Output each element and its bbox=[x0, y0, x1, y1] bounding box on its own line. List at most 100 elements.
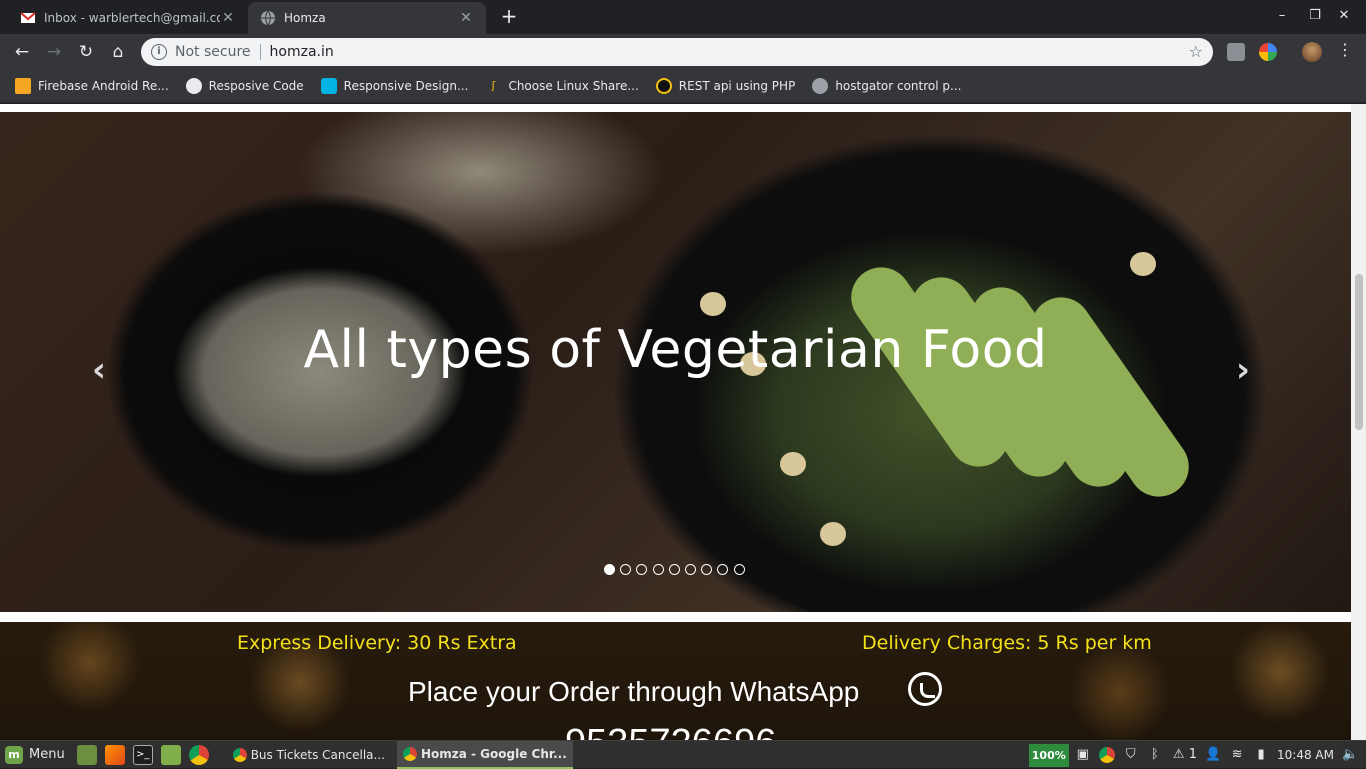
chrome-icon bbox=[232, 747, 247, 762]
food-photo bbox=[700, 292, 726, 316]
bookmark-item[interactable]: Responsive Design... bbox=[320, 78, 469, 94]
tab-homza[interactable]: Homza ✕ bbox=[248, 2, 486, 34]
address-bar[interactable]: i Not secure homza.in ☆ bbox=[141, 38, 1213, 66]
github-icon bbox=[185, 78, 202, 94]
chrome-icon[interactable] bbox=[188, 744, 209, 765]
chrome-icon[interactable] bbox=[1098, 747, 1115, 763]
notification-count: 1 bbox=[1188, 747, 1198, 762]
carousel-next-icon[interactable]: › bbox=[1236, 350, 1250, 390]
avatar[interactable] bbox=[1302, 42, 1322, 62]
power-icon[interactable]: ▮ bbox=[1253, 747, 1269, 763]
wifi-icon[interactable]: ≋ bbox=[1229, 747, 1245, 763]
bookmark-item[interactable]: ʃ Choose Linux Share... bbox=[485, 78, 639, 94]
carousel-indicator-dot[interactable] bbox=[733, 564, 745, 575]
taskbar-window[interactable]: Bus Tickets Cancella... bbox=[227, 741, 391, 769]
extension-icon[interactable] bbox=[1227, 43, 1245, 61]
close-icon[interactable]: ✕ bbox=[458, 10, 474, 26]
page-viewport: ‹ All types of Vegetarian Food › Express… bbox=[0, 104, 1351, 740]
carousel-indicators bbox=[604, 564, 750, 575]
gmail-icon bbox=[20, 12, 36, 23]
food-photo bbox=[780, 452, 806, 476]
home-icon[interactable]: ⌂ bbox=[106, 40, 130, 64]
udacity-icon bbox=[320, 78, 337, 94]
bookmark-label: Firebase Android Re... bbox=[38, 79, 169, 93]
carousel-indicator-dot[interactable] bbox=[717, 564, 729, 575]
chrome-icon bbox=[402, 746, 417, 761]
shield-icon[interactable]: ⛉ bbox=[1123, 747, 1139, 763]
start-menu-button[interactable]: m Menu bbox=[5, 745, 65, 764]
firefox-icon[interactable] bbox=[104, 744, 125, 765]
maximize-button[interactable]: ❐ bbox=[1305, 8, 1325, 23]
back-icon[interactable]: ← bbox=[10, 40, 34, 64]
volume-icon[interactable]: 🔈 bbox=[1342, 747, 1358, 763]
carousel-indicator-dot[interactable] bbox=[684, 564, 696, 575]
bookmark-label: REST api using PHP bbox=[678, 79, 796, 93]
bookmark-item[interactable]: Firebase Android Re... bbox=[15, 78, 169, 94]
scrollbar-thumb[interactable] bbox=[1355, 274, 1363, 430]
bookmarks-bar: Firebase Android Re... Resposive Code Re… bbox=[0, 70, 1366, 103]
folder-icon[interactable] bbox=[160, 744, 181, 765]
tab-strip: Inbox - warblertech@gmail.com - Gmail ✕ … bbox=[0, 0, 1366, 34]
page-scrollbar[interactable] bbox=[1351, 104, 1366, 740]
carousel-indicator-dot[interactable] bbox=[604, 564, 615, 575]
user-icon[interactable]: 👤 bbox=[1205, 747, 1221, 763]
php-icon bbox=[655, 78, 672, 94]
carousel-indicator-dot[interactable] bbox=[701, 564, 713, 575]
taskbar-window-active[interactable]: Homza - Google Chr... bbox=[396, 740, 573, 769]
battery-indicator[interactable]: 100% bbox=[1028, 743, 1069, 767]
minimize-button[interactable]: – bbox=[1272, 8, 1292, 23]
tab-gmail[interactable]: Inbox - warblertech@gmail.com - Gmail ✕ bbox=[8, 2, 248, 34]
carousel-indicator-dot[interactable] bbox=[668, 564, 680, 575]
browser-toolbar: ← → ↻ ⌂ i Not secure homza.in ☆ ⋮ bbox=[0, 34, 1366, 70]
show-desktop-icon[interactable] bbox=[76, 744, 97, 765]
new-tab-button[interactable]: + bbox=[500, 6, 518, 28]
phone-number[interactable]: 9535726696 bbox=[565, 722, 776, 740]
globe-icon bbox=[261, 10, 275, 26]
express-delivery-text: Express Delivery: 30 Rs Extra bbox=[237, 632, 517, 654]
alert-icon[interactable]: ⚠ bbox=[1171, 747, 1187, 763]
terminal-icon[interactable]: >_ bbox=[132, 744, 153, 765]
tab-title: Homza bbox=[284, 11, 326, 25]
menu-label: Menu bbox=[29, 747, 65, 762]
bookmark-label: hostgator control p... bbox=[835, 79, 962, 93]
tab-title: Inbox - warblertech@gmail.com - Gmail bbox=[44, 11, 220, 25]
screen-icon[interactable]: ▣ bbox=[1075, 747, 1091, 763]
food-photo bbox=[1130, 252, 1156, 276]
url-text[interactable]: homza.in bbox=[270, 44, 334, 60]
system-tray: 100% ▣ ⛉ ᛒ ⚠ 1 👤 ≋ ▮ 10:48 AM 🔈 bbox=[1028, 741, 1366, 769]
carousel-indicator-dot[interactable] bbox=[652, 564, 664, 575]
carousel-indicator-dot[interactable] bbox=[636, 564, 648, 575]
whatsapp-icon[interactable] bbox=[908, 672, 942, 706]
bookmark-item[interactable]: REST api using PHP bbox=[655, 78, 796, 94]
reload-icon[interactable]: ↻ bbox=[74, 40, 98, 64]
food-photo bbox=[820, 522, 846, 546]
bookmark-item[interactable]: Resposive Code bbox=[185, 78, 304, 94]
menu-icon[interactable]: ⋮ bbox=[1337, 40, 1353, 59]
bookmark-label: Choose Linux Share... bbox=[508, 79, 639, 93]
delivery-charges-text: Delivery Charges: 5 Rs per km bbox=[862, 632, 1152, 654]
whatsapp-order-heading: Place your Order through WhatsApp bbox=[408, 676, 860, 707]
globe-icon bbox=[812, 78, 829, 94]
bookmark-item[interactable]: hostgator control p... bbox=[812, 78, 961, 94]
window-label: Homza - Google Chr... bbox=[420, 746, 567, 761]
security-label: Not secure bbox=[175, 44, 251, 60]
bluetooth-icon[interactable]: ᛒ bbox=[1147, 747, 1163, 763]
divider bbox=[259, 44, 261, 60]
info-icon[interactable]: i bbox=[151, 44, 167, 60]
hero-carousel: ‹ All types of Vegetarian Food › bbox=[0, 112, 1351, 612]
forward-icon[interactable]: → bbox=[42, 40, 66, 64]
carousel-caption: All types of Vegetarian Food bbox=[303, 320, 1048, 380]
bookmark-label: Responsive Design... bbox=[343, 79, 469, 93]
clock[interactable]: 10:48 AM bbox=[1277, 748, 1334, 762]
bookmark-star-icon[interactable]: ☆ bbox=[1189, 42, 1203, 61]
linux-icon: ʃ bbox=[491, 79, 496, 92]
delivery-info-section: Express Delivery: 30 Rs Extra Delivery C… bbox=[0, 622, 1351, 740]
extension-icon[interactable] bbox=[1259, 43, 1277, 61]
mint-logo-icon: m bbox=[5, 745, 23, 764]
firebase-icon bbox=[15, 78, 31, 94]
close-icon[interactable]: ✕ bbox=[220, 10, 236, 26]
close-window-button[interactable]: ✕ bbox=[1334, 8, 1354, 23]
window-label: Bus Tickets Cancella... bbox=[250, 747, 385, 762]
carousel-indicator-dot[interactable] bbox=[620, 564, 632, 575]
os-taskbar: m Menu >_ Bus Tickets Cancella... Homza … bbox=[0, 740, 1366, 769]
